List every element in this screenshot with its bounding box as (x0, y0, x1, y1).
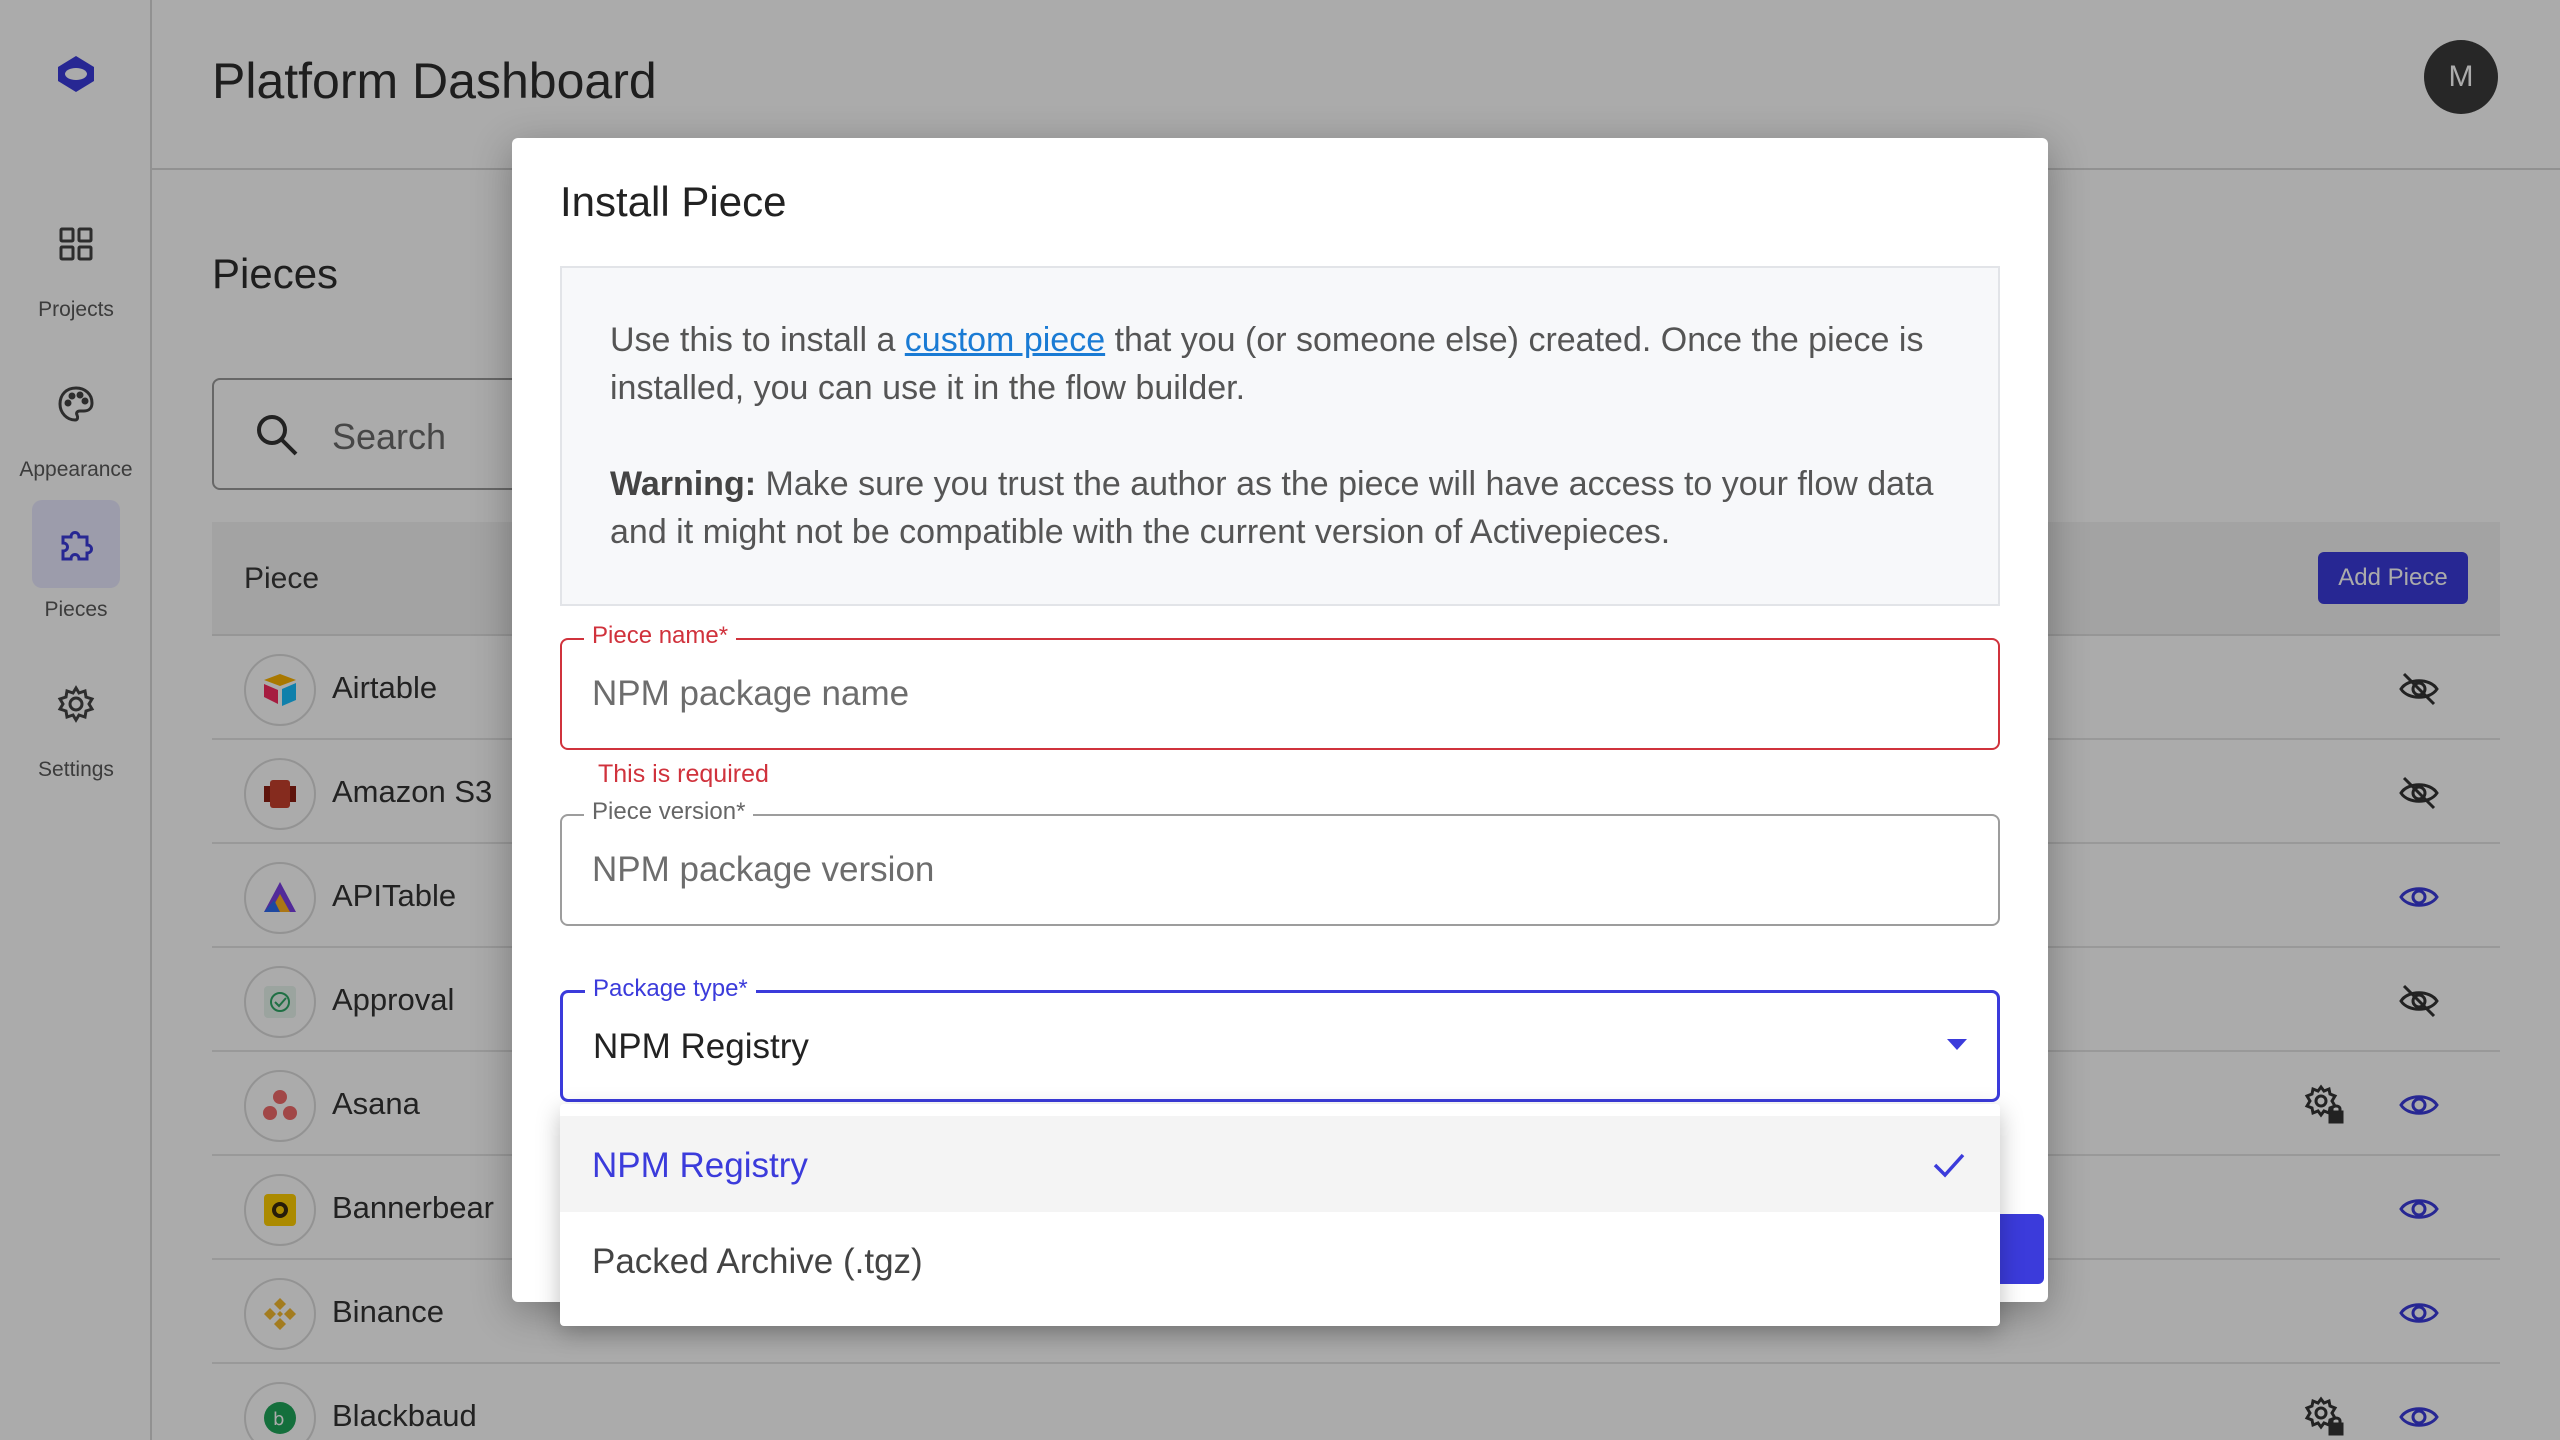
warning-text: Warning: Make sure you trust the author … (610, 460, 1970, 556)
warning-body: Make sure you trust the author as the pi… (610, 465, 1934, 551)
package-type-select[interactable]: Package type* NPM Registry (560, 975, 2000, 1102)
piece-name-label: Piece name* (584, 622, 737, 650)
custom-piece-link[interactable]: custom piece (905, 321, 1105, 359)
option-npm-registry[interactable]: NPM Registry (560, 1116, 2000, 1212)
option-label: NPM Registry (592, 1146, 808, 1185)
option-label: Packed Archive (.tgz) (592, 1242, 923, 1281)
piece-version-label: Piece version* (584, 798, 754, 826)
info-box: Use this to install a custom piece that … (560, 266, 2000, 606)
piece-name-error: This is required (598, 760, 769, 788)
package-type-label: Package type* (585, 975, 756, 1003)
piece-name-placeholder: NPM package name (592, 674, 910, 713)
info-text-start: Use this to install a (610, 321, 905, 359)
piece-version-field[interactable]: Piece version* NPM package version (560, 798, 2000, 926)
check-icon (1933, 1153, 1965, 1178)
piece-name-field[interactable]: Piece name* NPM package name (560, 622, 2000, 750)
package-type-dropdown: NPM Registry Packed Archive (.tgz) (560, 1104, 2000, 1326)
chevron-down-icon[interactable] (1947, 1039, 1967, 1050)
option-packed-archive[interactable]: Packed Archive (.tgz) (560, 1212, 2000, 1308)
info-text: Use this to install a custom piece that … (610, 316, 1970, 412)
package-type-value: NPM Registry (593, 1027, 809, 1066)
dialog-title: Install Piece (560, 178, 787, 225)
warning-label: Warning: (610, 465, 757, 503)
piece-version-placeholder: NPM package version (592, 850, 935, 889)
